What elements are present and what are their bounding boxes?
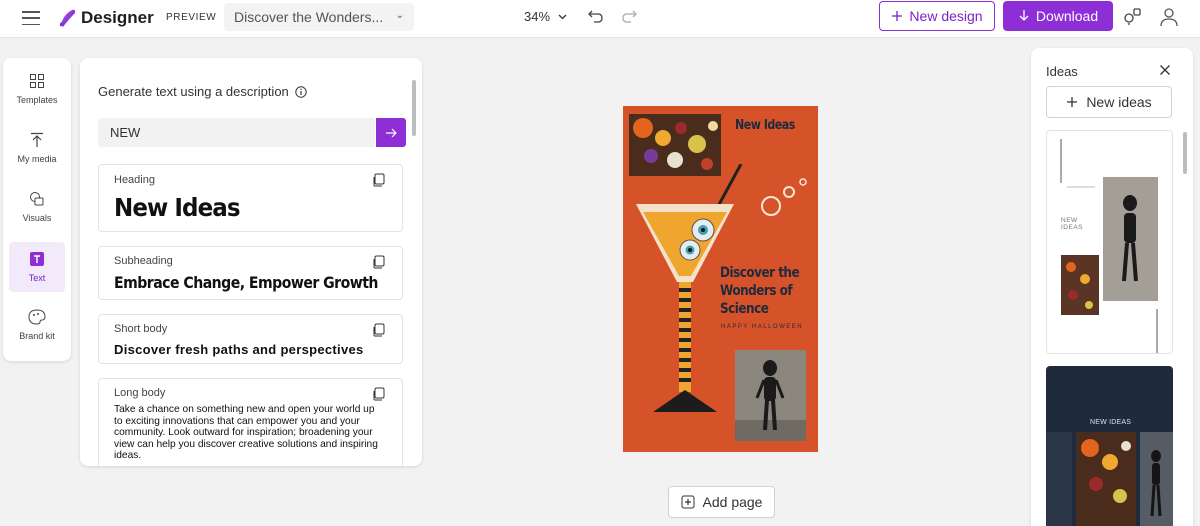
idea-thumbnail[interactable]: NEW IDEAS <box>1046 130 1173 354</box>
rail-label: Templates <box>16 95 58 105</box>
copy-icon[interactable] <box>372 323 386 337</box>
arrow-right-icon <box>386 128 397 137</box>
rail-label: Brand kit <box>19 331 55 341</box>
chevron-down-icon <box>558 14 567 19</box>
card-caption: Subheading <box>114 255 173 267</box>
close-icon[interactable] <box>1159 64 1171 76</box>
user-avatar-icon[interactable] <box>1157 5 1181 29</box>
share-icon[interactable] <box>1123 6 1143 26</box>
rail-item-my-media[interactable]: My media <box>9 123 65 173</box>
panel-title-text: Generate text using a description <box>98 84 289 99</box>
artboard-heading[interactable]: New Ideas <box>735 118 795 133</box>
card-caption: Long body <box>114 387 166 399</box>
plus-icon <box>892 11 903 21</box>
robot-photo[interactable] <box>735 350 806 441</box>
rail-item-visuals[interactable]: Visuals <box>9 182 65 232</box>
copy-icon[interactable] <box>372 173 386 187</box>
zoom-dropdown[interactable]: 34% <box>524 9 567 24</box>
generate-button[interactable] <box>376 118 406 147</box>
info-icon[interactable] <box>295 85 307 98</box>
idea-thumbnail-artwork <box>1046 432 1173 526</box>
ideas-scrollbar[interactable] <box>1183 132 1187 174</box>
panel-title: Generate text using a description <box>98 84 307 99</box>
left-rail: Templates My media Visuals Text Brand ki… <box>3 58 71 361</box>
new-design-label: New design <box>909 8 983 24</box>
text-card-long-body[interactable]: Long body Take a chance on something new… <box>98 378 403 466</box>
idea-thumbnail[interactable]: NEW IDEAS <box>1046 366 1173 526</box>
new-ideas-label: New ideas <box>1086 94 1152 110</box>
menu-icon[interactable] <box>22 11 40 25</box>
card-caption: Heading <box>114 174 155 186</box>
card-value: New Ideas <box>114 193 241 222</box>
ideas-title: Ideas <box>1046 64 1078 79</box>
ideas-panel: Ideas New ideas NEW IDEAS NEW IDEAS <box>1031 48 1193 526</box>
text-icon <box>30 252 44 266</box>
idea-thumbnail-artwork <box>1060 139 1158 353</box>
designer-logo-icon <box>59 9 76 28</box>
rail-label: Text <box>28 273 46 283</box>
card-value: Embrace Change, Empower Growth <box>114 273 378 292</box>
undo-icon[interactable] <box>587 7 605 25</box>
zoom-level: 34% <box>524 9 551 24</box>
text-panel: Generate text using a description Headin… <box>80 58 422 466</box>
download-label: Download <box>1035 8 1099 24</box>
top-bar: Designer PREVIEW Discover the Wonders...… <box>0 0 1200 38</box>
palette-icon <box>28 309 46 325</box>
upload-icon <box>31 132 43 147</box>
download-button[interactable]: Download <box>1003 1 1113 31</box>
document-title-dropdown[interactable]: Discover the Wonders... ⌄ <box>224 3 414 31</box>
new-design-button[interactable]: New design <box>879 1 995 31</box>
new-ideas-button[interactable]: New ideas <box>1046 86 1172 118</box>
copy-icon[interactable] <box>372 255 386 269</box>
card-caption: Short body <box>114 323 168 335</box>
bubbles-illustration[interactable] <box>759 174 809 224</box>
panel-scrollbar[interactable] <box>412 80 416 136</box>
plus-icon <box>1067 97 1078 107</box>
download-icon <box>1019 10 1029 21</box>
description-input[interactable] <box>98 118 375 147</box>
document-title: Discover the Wonders... <box>234 9 384 25</box>
copy-icon[interactable] <box>372 387 386 401</box>
preview-badge: PREVIEW <box>166 12 217 23</box>
idea-thumbnail-label: NEW IDEAS <box>1090 419 1132 426</box>
artboard-title[interactable]: Discover the Wonders of Science <box>720 264 806 318</box>
app-name: Designer <box>81 8 154 27</box>
design-artboard[interactable]: New Ideas Discover the Wonders of Scienc… <box>623 106 818 452</box>
visuals-icon <box>30 192 44 206</box>
card-value: Take a chance on something new and open … <box>114 404 378 461</box>
card-value: Discover fresh paths and perspectives <box>114 342 364 357</box>
rail-label: My media <box>17 154 57 164</box>
rail-label: Visuals <box>22 213 52 223</box>
rail-item-templates[interactable]: Templates <box>9 64 65 114</box>
artboard-tagline[interactable]: HAPPY HALLOWEEN <box>721 324 803 330</box>
add-page-icon <box>681 495 695 509</box>
text-card-heading[interactable]: Heading New Ideas <box>98 164 403 232</box>
chevron-down-icon: ⌄ <box>395 10 404 21</box>
idea-thumbnail-label: NEW IDEAS <box>1061 217 1084 231</box>
text-card-short-body[interactable]: Short body Discover fresh paths and pers… <box>98 314 403 364</box>
rail-item-brand-kit[interactable]: Brand kit <box>9 300 65 350</box>
text-card-subheading[interactable]: Subheading Embrace Change, Empower Growt… <box>98 246 403 300</box>
templates-icon <box>30 74 44 88</box>
add-page-button[interactable]: Add page <box>668 486 775 518</box>
redo-icon[interactable] <box>620 7 638 25</box>
rail-item-text[interactable]: Text <box>9 242 65 292</box>
add-page-label: Add page <box>702 494 763 510</box>
